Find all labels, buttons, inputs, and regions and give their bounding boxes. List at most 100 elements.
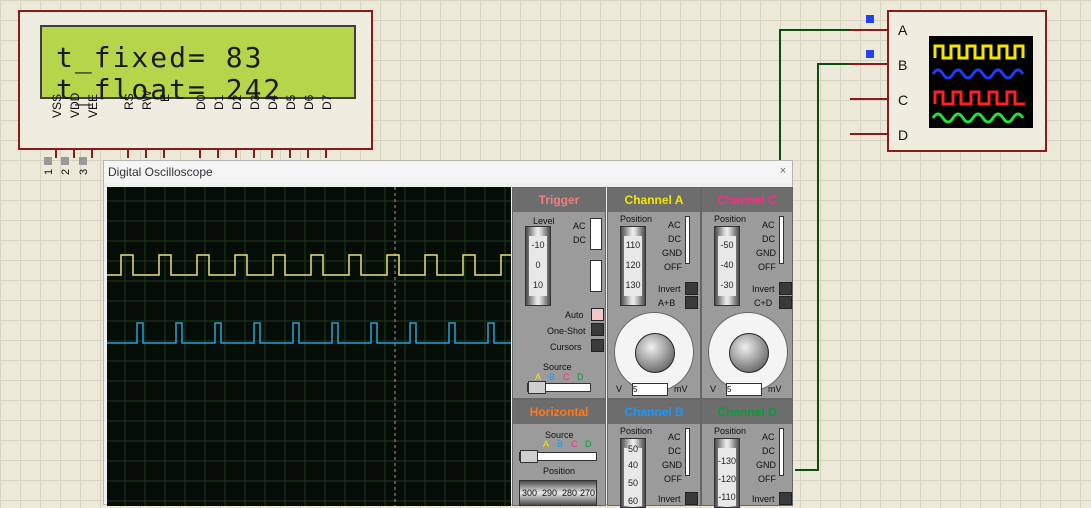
trigger-edge-switch[interactable] (590, 260, 602, 292)
lcd-pin-number: 1 (43, 168, 55, 175)
tick: 110 (625, 240, 641, 250)
channel-d-dc: DC (762, 446, 775, 456)
channel-a-unit-mv: mV (674, 384, 688, 394)
trigger-title: Trigger (513, 188, 605, 212)
channel-c-ac: AC (762, 220, 775, 230)
channel-a-panel: Channel A Position 110 120 130 AC DC GND O… (607, 187, 701, 399)
lcd-pin-square[interactable] (44, 157, 52, 165)
lcd-display[interactable]: t_fixed= 83 t_float= 242 (18, 10, 373, 150)
lcd-pin-square[interactable] (79, 157, 87, 165)
channel-d-coupling-switch[interactable] (779, 428, 784, 476)
scope-screen[interactable] (107, 187, 511, 506)
channel-c-coupling-switch[interactable] (779, 216, 784, 264)
channel-a-position-label: Position (620, 214, 653, 224)
channel-a-combo-button[interactable] (685, 296, 698, 309)
channel-d-position-rocker[interactable]: -130 -120 -110 (714, 438, 740, 508)
tick: 40 (627, 460, 638, 470)
tick: 50 (627, 478, 638, 488)
tick: -10 (531, 240, 545, 250)
channel-d-invert-label: Invert (752, 494, 775, 504)
lcd-pin-vss: VSS (50, 93, 64, 118)
tick: -40 (720, 260, 734, 270)
lcd-pin-stub (127, 150, 129, 158)
trigger-auto-button[interactable] (591, 308, 604, 321)
tick: 270 (580, 488, 596, 498)
close-button[interactable]: × (776, 164, 790, 178)
lcd-pin-d0: D0 (194, 94, 208, 110)
channel-c-combo-label: C+D (754, 298, 773, 308)
channel-b-panel: Channel B Position 50 40 50 60 AC DC GND OF… (607, 399, 701, 508)
trigger-panel: Trigger Level -10 0 10 AC DC Auto One-Shot… (512, 187, 606, 399)
lcd-pin-stub (199, 150, 201, 158)
channel-d-invert-button[interactable] (779, 492, 792, 505)
channel-d-panel: Channel D Position -130 -120 -110 AC DC GN… (701, 399, 793, 508)
channel-c-gnd: GND (756, 248, 776, 258)
lcd-pin-d4: D4 (266, 94, 280, 110)
lcd-pin-stub (73, 150, 75, 158)
window-titlebar[interactable]: Digital Oscilloscope × (104, 161, 792, 183)
channel-a-combo-label: A+B (658, 298, 676, 308)
trigger-level-label: Level (533, 216, 555, 226)
scope-display (107, 187, 511, 506)
channel-c-off: OFF (758, 262, 776, 272)
channel-c-invert-button[interactable] (779, 282, 792, 295)
lcd-pin-square[interactable] (61, 157, 69, 165)
channel-a-unit-v: V (616, 384, 623, 394)
channel-b-coupling-switch[interactable] (685, 428, 690, 476)
channel-b-position-rocker[interactable]: 50 40 50 60 (620, 438, 646, 508)
tick: -50 (720, 240, 734, 250)
lcd-pin-d2: D2 (230, 94, 244, 110)
channel-a-position-rocker[interactable]: 110 120 130 (620, 226, 646, 306)
horizontal-panel: Horizontal Source A B C D Position 300 2… (512, 399, 606, 506)
channel-b-invert-label: Invert (658, 494, 681, 504)
channel-c-volts-knob[interactable] (708, 312, 788, 392)
channel-d-position-label: Position (714, 426, 747, 436)
horizontal-source-b: B (557, 439, 564, 449)
channel-a-off: OFF (664, 262, 682, 272)
lcd-pin-d1: D1 (212, 94, 226, 110)
horizontal-position-rocker[interactable]: 300 290 280 270 (519, 480, 597, 506)
channel-b-off: OFF (664, 474, 682, 484)
lcd-pin-stub (271, 150, 273, 158)
lcd-line-1: t_fixed= 83 (56, 41, 264, 74)
channel-a-title: Channel A (608, 188, 700, 212)
horizontal-position-label: Position (543, 466, 576, 476)
oscilloscope-component[interactable]: A B C D (887, 10, 1047, 152)
channel-a-gnd: GND (662, 248, 682, 258)
horizontal-title: Horizontal (513, 400, 605, 424)
lcd-pin-vee: VEE (86, 93, 100, 118)
channel-c-position-rocker[interactable]: -50 -40 -30 (714, 226, 740, 306)
channel-a-invert-button[interactable] (685, 282, 698, 295)
lcd-pin-rw: RW (140, 90, 154, 110)
channel-a-coupling-switch[interactable] (685, 216, 690, 264)
tick: 50 (627, 444, 638, 454)
channel-a-volts-knob[interactable] (614, 312, 694, 392)
channel-a-value[interactable]: 5 (632, 383, 668, 396)
channel-b-invert-button[interactable] (685, 492, 698, 505)
horizontal-source-slider[interactable] (519, 450, 597, 463)
channel-c-value[interactable]: 5 (726, 383, 762, 396)
tick: -30 (720, 280, 734, 290)
tick: 10 (532, 280, 543, 290)
channel-c-unit-mv: mV (768, 384, 782, 394)
lcd-pin-vdd: VDD (68, 92, 82, 118)
trigger-cursors-button[interactable] (591, 339, 604, 352)
horizontal-source-c: C (571, 439, 578, 449)
trigger-oneshot-button[interactable] (591, 323, 604, 336)
channel-c-combo-button[interactable] (779, 296, 792, 309)
oscilloscope-window[interactable]: Digital Oscilloscope × Trigger Level -10… (103, 160, 793, 508)
channel-d-title: Channel D (702, 400, 792, 424)
trigger-coupling-switch[interactable] (590, 218, 602, 250)
channel-a-ac: AC (668, 220, 681, 230)
trigger-level-rocker[interactable]: -10 0 10 (525, 226, 551, 306)
lcd-pin-d5: D5 (284, 94, 298, 110)
tick: -120 (718, 474, 737, 484)
trigger-ac-label: AC (573, 221, 586, 231)
trigger-source-b: B (549, 372, 556, 382)
horizontal-source-d: D (585, 439, 592, 449)
trigger-source-slider[interactable] (527, 381, 591, 394)
tick: 290 (542, 488, 558, 498)
window-title: Digital Oscilloscope (108, 165, 213, 179)
lcd-pin-number: 3 (78, 168, 90, 175)
channel-b-position-label: Position (620, 426, 653, 436)
